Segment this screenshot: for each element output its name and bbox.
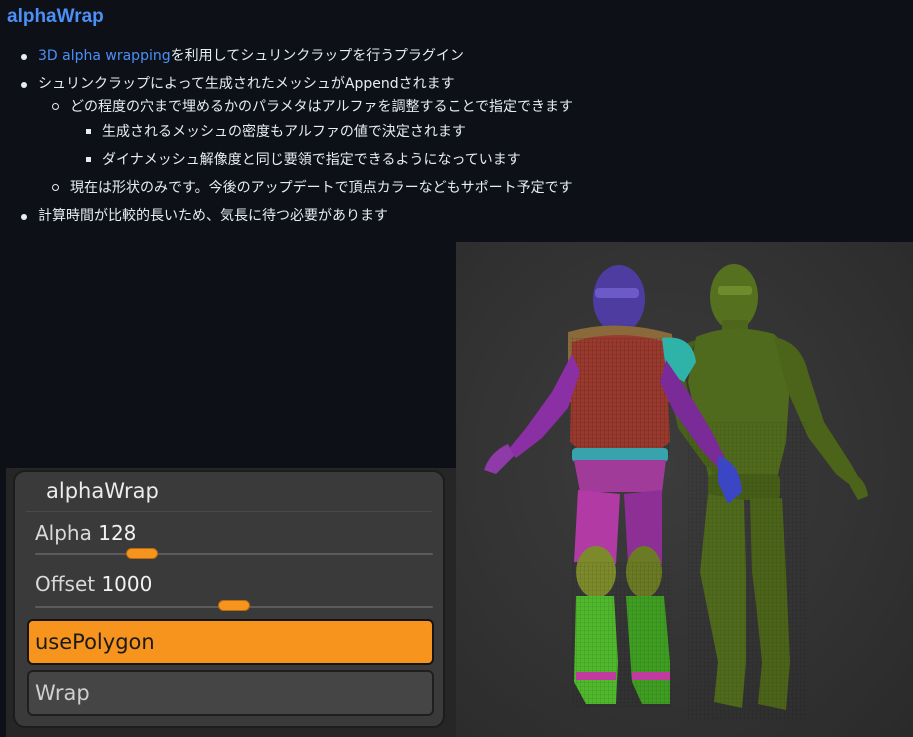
offset-value: 1000: [101, 572, 153, 596]
bullet-disc: [21, 82, 27, 88]
wrapped-green-figure: [668, 264, 868, 722]
alpha-value: 128: [98, 521, 137, 545]
use-polygon-toggle[interactable]: usePolygon: [27, 619, 434, 665]
wrap-button[interactable]: Wrap: [27, 670, 434, 716]
panel-title: alphaWrap: [46, 479, 159, 503]
alpha-slider-handle[interactable]: [126, 548, 159, 559]
alpha-slider-label: Alpha 128: [35, 521, 136, 545]
feature-list: 3D alpha wrappingを利用してシュリンクラップを行うプラグイン シ…: [0, 0, 913, 240]
list-item: シュリンクラップによって生成されたメッシュがAppendされます: [38, 76, 455, 92]
offset-slider-handle[interactable]: [218, 600, 250, 611]
3d-viewport[interactable]: [456, 242, 913, 737]
bullet-square: [86, 157, 91, 162]
figure-models-illustration: [484, 264, 868, 722]
alpha-label: Alpha: [35, 521, 92, 545]
alpha-slider-track[interactable]: [35, 553, 433, 555]
bullet-disc: [21, 214, 27, 220]
list-item: 3D alpha wrappingを利用してシュリンクラップを行うプラグイン: [38, 46, 464, 66]
panel-divider: [26, 511, 432, 512]
bullet-square: [86, 129, 91, 134]
list-item: ダイナメッシュ解像度と同じ要領で指定できるようになっています: [102, 152, 521, 168]
list-item: 現在は形状のみです。今後のアップデートで頂点カラーなどもサポート予定です: [70, 180, 573, 196]
bullet-circle: [52, 184, 59, 191]
list-item: どの程度の穴まで埋めるかのパラメタはアルファを調整することで指定できます: [70, 99, 574, 115]
bullet-circle: [52, 103, 59, 110]
offset-label: Offset: [35, 572, 96, 596]
list-item: 生成されるメッシュの密度もアルファの値で決定されます: [102, 124, 466, 140]
bullet-disc: [21, 54, 27, 60]
alpha-wrapping-link[interactable]: 3D alpha wrapping: [38, 48, 171, 64]
list-item: 計算時間が比較的長いため、気長に待つ必要があります: [38, 208, 388, 224]
list-item-text: を利用してシュリンクラップを行うプラグイン: [170, 48, 464, 64]
offset-slider-label: Offset 1000: [35, 572, 152, 596]
